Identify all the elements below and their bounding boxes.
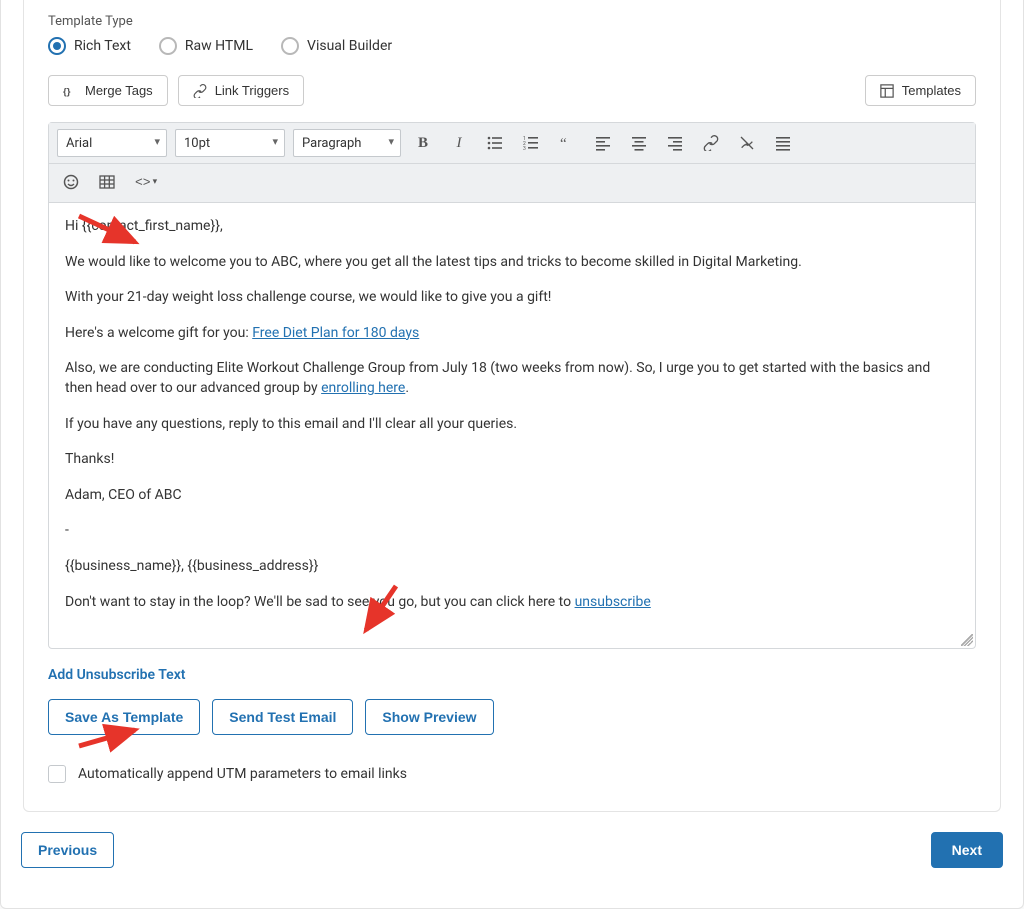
body-line: {{business_name}}, {{business_address}} xyxy=(65,557,959,577)
align-left-button[interactable] xyxy=(589,129,617,157)
svg-text:“: “ xyxy=(560,136,567,151)
remove-link-button[interactable] xyxy=(733,129,761,157)
radio-label: Raw HTML xyxy=(185,38,253,54)
align-right-button[interactable] xyxy=(661,129,689,157)
radio-icon xyxy=(159,37,177,55)
utm-checkbox[interactable] xyxy=(48,765,66,783)
enrolling-here-link[interactable]: enrolling here xyxy=(321,380,405,396)
link-triggers-button[interactable]: Link Triggers xyxy=(178,75,304,106)
align-right-icon xyxy=(667,135,683,151)
emoji-button[interactable] xyxy=(57,168,85,196)
numbered-list-icon: 123 xyxy=(523,135,539,151)
body-line: Adam, CEO of ABC xyxy=(65,486,959,506)
blockquote-button[interactable]: “ xyxy=(553,129,581,157)
emoji-icon xyxy=(63,174,79,190)
next-button[interactable]: Next xyxy=(931,832,1003,868)
font-size-select[interactable]: 10pt xyxy=(175,129,285,157)
table-button[interactable] xyxy=(93,168,121,196)
body-line: If you have any questions, reply to this… xyxy=(65,415,959,435)
align-center-icon xyxy=(631,135,647,151)
template-type-label: Template Type xyxy=(48,14,976,29)
font-family-select[interactable]: Arial xyxy=(57,129,167,157)
radio-icon xyxy=(48,37,66,55)
radio-rich-text[interactable]: Rich Text xyxy=(48,37,131,55)
numbered-list-button[interactable]: 123 xyxy=(517,129,545,157)
code-icon: <> xyxy=(135,175,151,190)
add-unsubscribe-text-link[interactable]: Add Unsubscribe Text xyxy=(48,667,186,683)
save-as-template-button[interactable]: Save As Template xyxy=(48,699,200,735)
templates-button[interactable]: Templates xyxy=(865,75,976,106)
merge-tags-icon: {} xyxy=(63,84,77,98)
radio-raw-html[interactable]: Raw HTML xyxy=(159,37,253,55)
source-code-button[interactable]: <> ▾ xyxy=(129,168,163,196)
resize-handle[interactable] xyxy=(961,634,973,646)
align-justify-icon xyxy=(775,135,791,151)
svg-text:3: 3 xyxy=(523,146,526,151)
body-line: With your 21-day weight loss challenge c… xyxy=(65,288,959,308)
template-type-radio-group: Rich Text Raw HTML Visual Builder xyxy=(48,37,976,55)
merge-tags-label: Merge Tags xyxy=(85,83,153,98)
align-justify-button[interactable] xyxy=(769,129,797,157)
body-line: Also, we are conducting Elite Workout Ch… xyxy=(65,359,959,398)
unsubscribe-link[interactable]: unsubscribe xyxy=(575,594,651,610)
show-preview-button[interactable]: Show Preview xyxy=(365,699,493,735)
radio-label: Rich Text xyxy=(74,38,131,54)
body-line: We would like to welcome you to ABC, whe… xyxy=(65,253,959,273)
align-left-icon xyxy=(595,135,611,151)
editor-content-area[interactable]: Hi {{contact_first_name}}, We would like… xyxy=(49,203,975,648)
send-test-email-button[interactable]: Send Test Email xyxy=(212,699,353,735)
templates-label: Templates xyxy=(902,83,961,98)
templates-icon xyxy=(880,84,894,98)
rich-text-editor: Arial 10pt Paragraph B I 123 “ xyxy=(48,122,976,649)
unlink-icon xyxy=(739,135,755,151)
free-diet-plan-link[interactable]: Free Diet Plan for 180 days xyxy=(252,325,419,341)
link-icon xyxy=(703,135,719,151)
utm-label: Automatically append UTM parameters to e… xyxy=(78,766,407,782)
body-line: - xyxy=(65,521,959,541)
link-triggers-label: Link Triggers xyxy=(215,83,289,98)
link-icon xyxy=(193,84,207,98)
italic-button[interactable]: I xyxy=(445,129,473,157)
body-line: Don't want to stay in the loop? We'll be… xyxy=(65,593,959,613)
table-icon xyxy=(99,174,115,190)
align-center-button[interactable] xyxy=(625,129,653,157)
insert-link-button[interactable] xyxy=(697,129,725,157)
body-line: Hi {{contact_first_name}}, xyxy=(65,217,959,237)
merge-tags-button[interactable]: {} Merge Tags xyxy=(48,75,168,106)
body-line: Thanks! xyxy=(65,450,959,470)
bullet-list-button[interactable] xyxy=(481,129,509,157)
radio-icon xyxy=(281,37,299,55)
editor-action-toolbar: {} Merge Tags Link Triggers Templates xyxy=(48,75,976,106)
svg-text:{}: {} xyxy=(63,86,71,97)
radio-label: Visual Builder xyxy=(307,38,392,54)
bold-icon: B xyxy=(418,135,428,152)
previous-button[interactable]: Previous xyxy=(21,832,114,868)
body-line: Here's a welcome gift for you: Free Diet… xyxy=(65,324,959,344)
bold-button[interactable]: B xyxy=(409,129,437,157)
block-format-select[interactable]: Paragraph xyxy=(293,129,401,157)
bullet-list-icon xyxy=(487,135,503,151)
radio-visual-builder[interactable]: Visual Builder xyxy=(281,37,392,55)
italic-icon: I xyxy=(457,135,462,152)
chevron-down-icon: ▾ xyxy=(153,177,158,187)
quote-icon: “ xyxy=(559,135,575,151)
